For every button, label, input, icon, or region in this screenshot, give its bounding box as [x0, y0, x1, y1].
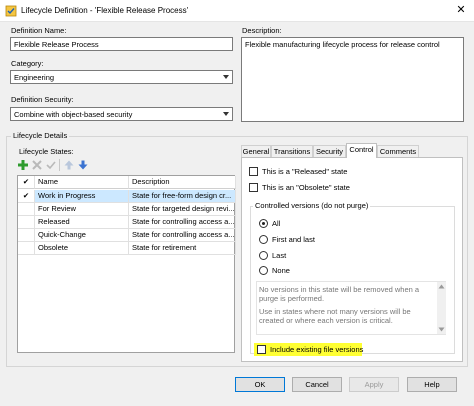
radio-none[interactable]	[259, 266, 268, 275]
table-row[interactable]: ✔ Work in Progress State for free-form d…	[18, 190, 236, 203]
version-info-line2: Use in states where not many versions wi…	[259, 307, 411, 325]
radio-all[interactable]	[259, 219, 268, 228]
include-file-versions-label: Include existing file versions	[270, 345, 364, 354]
category-label: Category:	[11, 59, 44, 68]
scroll-up-icon[interactable]	[438, 284, 445, 289]
category-value: Engineering	[14, 73, 55, 82]
arrow-up-icon[interactable]	[63, 159, 75, 171]
checkmark-icon[interactable]	[45, 159, 57, 171]
row-check-cell	[18, 229, 35, 242]
help-button[interactable]: Help	[407, 377, 457, 392]
header-check-column: ✔	[18, 176, 35, 189]
arrow-down-icon[interactable]	[77, 159, 89, 171]
lifecycle-details-legend: Lifecycle Details	[11, 131, 70, 140]
row-name: For Review	[35, 203, 129, 216]
radio-none-label: None	[272, 266, 290, 275]
lifecycle-states-label: Lifecycle States:	[19, 147, 74, 156]
description-value: Flexible manufacturing lifecycle process…	[245, 40, 440, 49]
definition-security-select[interactable]: Combine with object-based security	[10, 107, 233, 121]
header-name[interactable]: Name	[35, 176, 129, 189]
table-header: ✔ Name Description	[18, 176, 236, 189]
scroll-down-icon[interactable]	[438, 327, 445, 332]
ok-button[interactable]: OK	[235, 377, 285, 392]
controlled-versions-legend: Controlled versions (do not purge)	[253, 201, 371, 210]
version-info-box: No versions in this state will be remove…	[256, 281, 446, 335]
definition-security-label: Definition Security:	[11, 95, 74, 104]
table-row[interactable]: For Review State for targeted design rev…	[18, 203, 236, 216]
definition-name-input[interactable]: Flexible Release Process	[10, 37, 233, 51]
radio-last-label: Last	[272, 251, 287, 260]
include-file-versions-row[interactable]: Include existing file versions	[254, 343, 364, 356]
row-check-cell	[18, 203, 35, 216]
header-description[interactable]: Description	[129, 176, 236, 189]
radio-last[interactable]	[259, 251, 268, 260]
row-description: State for targeted design revi...	[129, 203, 236, 216]
tab-control[interactable]: Control	[346, 143, 377, 158]
row-description: State for controlling access a...	[129, 216, 236, 229]
category-select[interactable]: Engineering	[10, 70, 233, 84]
chevron-down-icon	[223, 112, 229, 116]
info-scrollbar[interactable]	[437, 282, 446, 334]
definition-security-value: Combine with object-based security	[14, 110, 133, 119]
released-checkbox[interactable]	[249, 167, 258, 176]
row-name: Quick-Change	[35, 229, 129, 242]
lifecycle-states-table[interactable]: ✔ Name Description ✔ Work in Progress St…	[17, 175, 236, 353]
released-checkbox-label: This is a "Released" state	[262, 167, 348, 176]
row-name: Released	[35, 216, 129, 229]
window-title: Lifecycle Definition - 'Flexible Release…	[21, 6, 189, 15]
row-check-cell	[18, 216, 35, 229]
radio-selected-dot	[262, 222, 265, 225]
check-icon: ✔	[22, 191, 30, 200]
toolbar-divider	[59, 159, 60, 171]
cancel-button[interactable]: Cancel	[292, 377, 342, 392]
row-check-cell	[18, 242, 35, 255]
radio-first-and-last-label: First and last	[272, 235, 315, 244]
description-textarea[interactable]: Flexible manufacturing lifecycle process…	[241, 37, 464, 122]
definition-name-label: Definition Name:	[11, 26, 67, 35]
close-icon[interactable]: ✕	[452, 2, 470, 18]
include-file-versions-checkbox[interactable]	[257, 345, 266, 354]
delete-icon[interactable]	[31, 159, 43, 171]
row-description: State for retirement	[129, 242, 236, 255]
radio-first-and-last[interactable]	[259, 235, 268, 244]
obsolete-checkbox[interactable]	[249, 183, 258, 192]
row-description: State for free-form design cr...	[129, 190, 236, 203]
add-icon[interactable]	[17, 159, 29, 171]
chevron-down-icon	[223, 75, 229, 79]
radio-all-label: All	[272, 219, 281, 228]
table-row[interactable]: Obsolete State for retirement	[18, 242, 236, 255]
apply-button[interactable]: Apply	[349, 377, 399, 392]
row-name: Work in Progress	[35, 190, 129, 203]
row-check-cell: ✔	[18, 190, 35, 203]
table-row[interactable]: Quick-Change State for controlling acces…	[18, 229, 236, 242]
title-bar: Lifecycle Definition - 'Flexible Release…	[0, 0, 474, 22]
obsolete-checkbox-label: This is an "Obsolete" state	[262, 183, 350, 192]
version-info-line1: No versions in this state will be remove…	[259, 285, 420, 303]
table-row[interactable]: Released State for controlling access a.…	[18, 216, 236, 229]
row-description: State for controlling access a...	[129, 229, 236, 242]
description-label: Description:	[242, 26, 282, 35]
row-name: Obsolete	[35, 242, 129, 255]
check-icon: ✔	[22, 177, 30, 186]
lifecycle-app-icon	[5, 5, 17, 17]
